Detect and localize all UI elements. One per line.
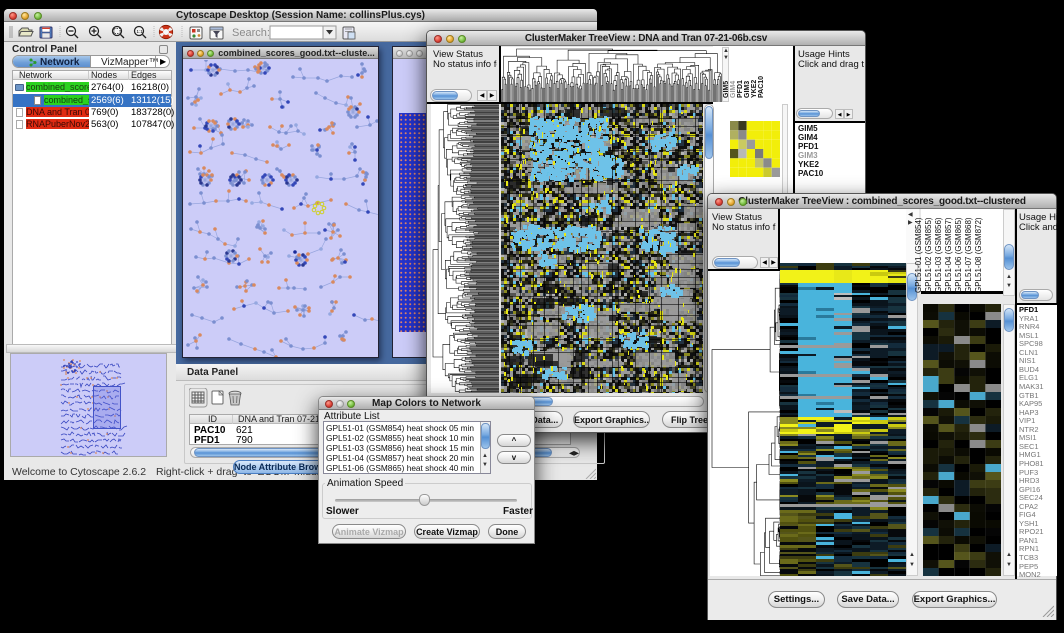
- svg-text:1:1: 1:1: [137, 29, 144, 34]
- svg-text:Search:: Search:: [232, 27, 270, 39]
